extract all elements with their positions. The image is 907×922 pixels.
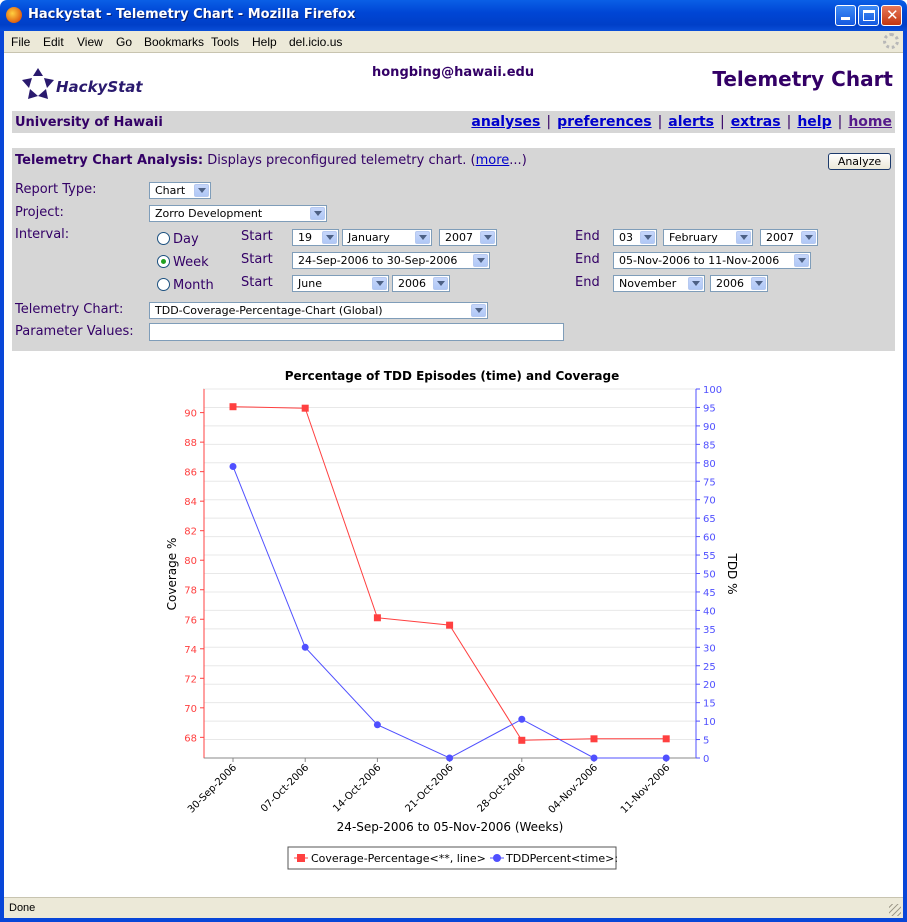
series-1-point: [301, 643, 309, 651]
menu-edit[interactable]: Edit: [43, 35, 64, 49]
series-0-point: [301, 404, 309, 412]
series-1-point: [590, 754, 598, 762]
page-content: HackyStat hongbing@hawaii.edu Telemetry …: [4, 53, 903, 897]
chart-y2label: TDD %: [725, 552, 739, 594]
y-tick-label: 72: [184, 674, 197, 685]
chart-title: Percentage of TDD Episodes (time) and Co…: [285, 369, 619, 383]
y2-tick-label: 20: [703, 680, 716, 691]
y-tick-label: 74: [184, 645, 197, 656]
y2-tick-label: 30: [703, 643, 716, 654]
close-button[interactable]: ✕: [881, 5, 902, 26]
series-0-point: [518, 736, 526, 744]
x-tick-label: 28-Oct-2006: [476, 762, 528, 814]
window-frame-right: [903, 31, 907, 922]
window-titlebar: Hackystat - Telemetry Chart - Mozilla Fi…: [0, 0, 907, 31]
y2-tick-label: 40: [703, 606, 716, 617]
series-0-point: [590, 735, 598, 743]
menu-tools[interactable]: Tools: [211, 35, 239, 49]
y-tick-label: 88: [184, 438, 197, 449]
y-tick-label: 70: [184, 704, 197, 715]
y2-tick-label: 45: [703, 588, 716, 599]
y2-tick-label: 35: [703, 625, 716, 636]
series-0-point: [662, 735, 670, 743]
minimize-button[interactable]: [835, 5, 856, 26]
status-bar: Done: [4, 897, 903, 918]
y2-tick-label: 5: [703, 736, 709, 747]
y2-tick-label: 80: [703, 459, 716, 470]
maximize-button[interactable]: [858, 5, 879, 26]
throbber-icon: [883, 33, 899, 49]
y2-tick-label: 90: [703, 422, 716, 433]
y2-tick-label: 85: [703, 440, 716, 451]
y-tick-label: 68: [184, 733, 197, 744]
y-tick-label: 82: [184, 527, 197, 538]
menu-go[interactable]: Go: [116, 35, 132, 49]
x-tick-label: 30-Sep-2006: [186, 762, 239, 815]
y2-tick-label: 10: [703, 717, 716, 728]
legend-marker-tdd: [493, 854, 501, 862]
y-tick-label: 80: [184, 556, 197, 567]
maximize-icon: [863, 10, 875, 21]
x-tick-label: 14-Oct-2006: [331, 762, 383, 814]
y2-tick-label: 15: [703, 699, 716, 710]
series-1-point: [229, 462, 237, 470]
close-icon: ✕: [886, 6, 899, 24]
minimize-icon: [841, 17, 850, 20]
y-tick-label: 90: [184, 409, 197, 420]
legend-marker-coverage: [297, 854, 305, 862]
series-0-point: [373, 614, 381, 622]
telemetry-chart: 0 5 10 15 20 25 30 35 40 45 50 55 60 65 70 75 80 85 90 95 10…: [165, 369, 739, 870]
chart-ylabel: Coverage %: [165, 538, 179, 611]
series-1-point: [373, 721, 381, 729]
menu-bar: File Edit View Go Bookmarks Tools Help d…: [4, 31, 903, 53]
menu-file[interactable]: File: [11, 35, 30, 49]
chart-legend: Coverage-Percentage<**, line> TDDPercent…: [287, 846, 618, 870]
x-tick-label: 21-Oct-2006: [403, 762, 455, 814]
y2-tick-label: 25: [703, 662, 716, 673]
menu-delicious[interactable]: del.icio.us: [289, 35, 342, 49]
menu-help[interactable]: Help: [252, 35, 277, 49]
y2-tick-label: 65: [703, 514, 716, 525]
y2-tick-label: 55: [703, 551, 716, 562]
series-0-point: [446, 621, 454, 629]
chart-xlabel: 24-Sep-2006 to 05-Nov-2006 (Weeks): [337, 820, 564, 834]
x-tick-label: 04-Nov-2006: [547, 762, 600, 815]
legend-label-tdd: TDDPercent<time>:: [505, 852, 618, 865]
y-tick-label: 78: [184, 586, 197, 597]
window-frame-bottom: [0, 918, 907, 922]
y2-tick-label: 100: [703, 385, 722, 396]
firefox-icon: [6, 7, 22, 23]
series-1-point: [446, 754, 454, 762]
y-tick-label: 76: [184, 615, 197, 626]
y2-tick-label: 95: [703, 403, 716, 414]
series-1-point: [662, 754, 670, 762]
y2-tick-label: 70: [703, 496, 716, 507]
y-tick-label: 86: [184, 468, 197, 479]
legend-label-coverage: Coverage-Percentage<**, line>: [311, 852, 486, 865]
window-title: Hackystat - Telemetry Chart - Mozilla Fi…: [28, 7, 356, 22]
y2-tick-label: 60: [703, 533, 716, 544]
x-tick-label: 11-Nov-2006: [619, 762, 672, 815]
menu-bookmarks[interactable]: Bookmarks: [144, 35, 204, 49]
y2-tick-label: 0: [703, 754, 709, 765]
y-tick-label: 84: [184, 497, 197, 508]
x-tick-label: 07-Oct-2006: [259, 762, 311, 814]
status-text: Done: [9, 902, 36, 914]
y2-tick-label: 50: [703, 570, 716, 581]
menu-view[interactable]: View: [77, 35, 103, 49]
y2-tick-label: 75: [703, 477, 716, 488]
series-0-point: [229, 403, 237, 411]
resize-grip-icon[interactable]: [889, 904, 901, 916]
series-1-point: [518, 715, 526, 723]
